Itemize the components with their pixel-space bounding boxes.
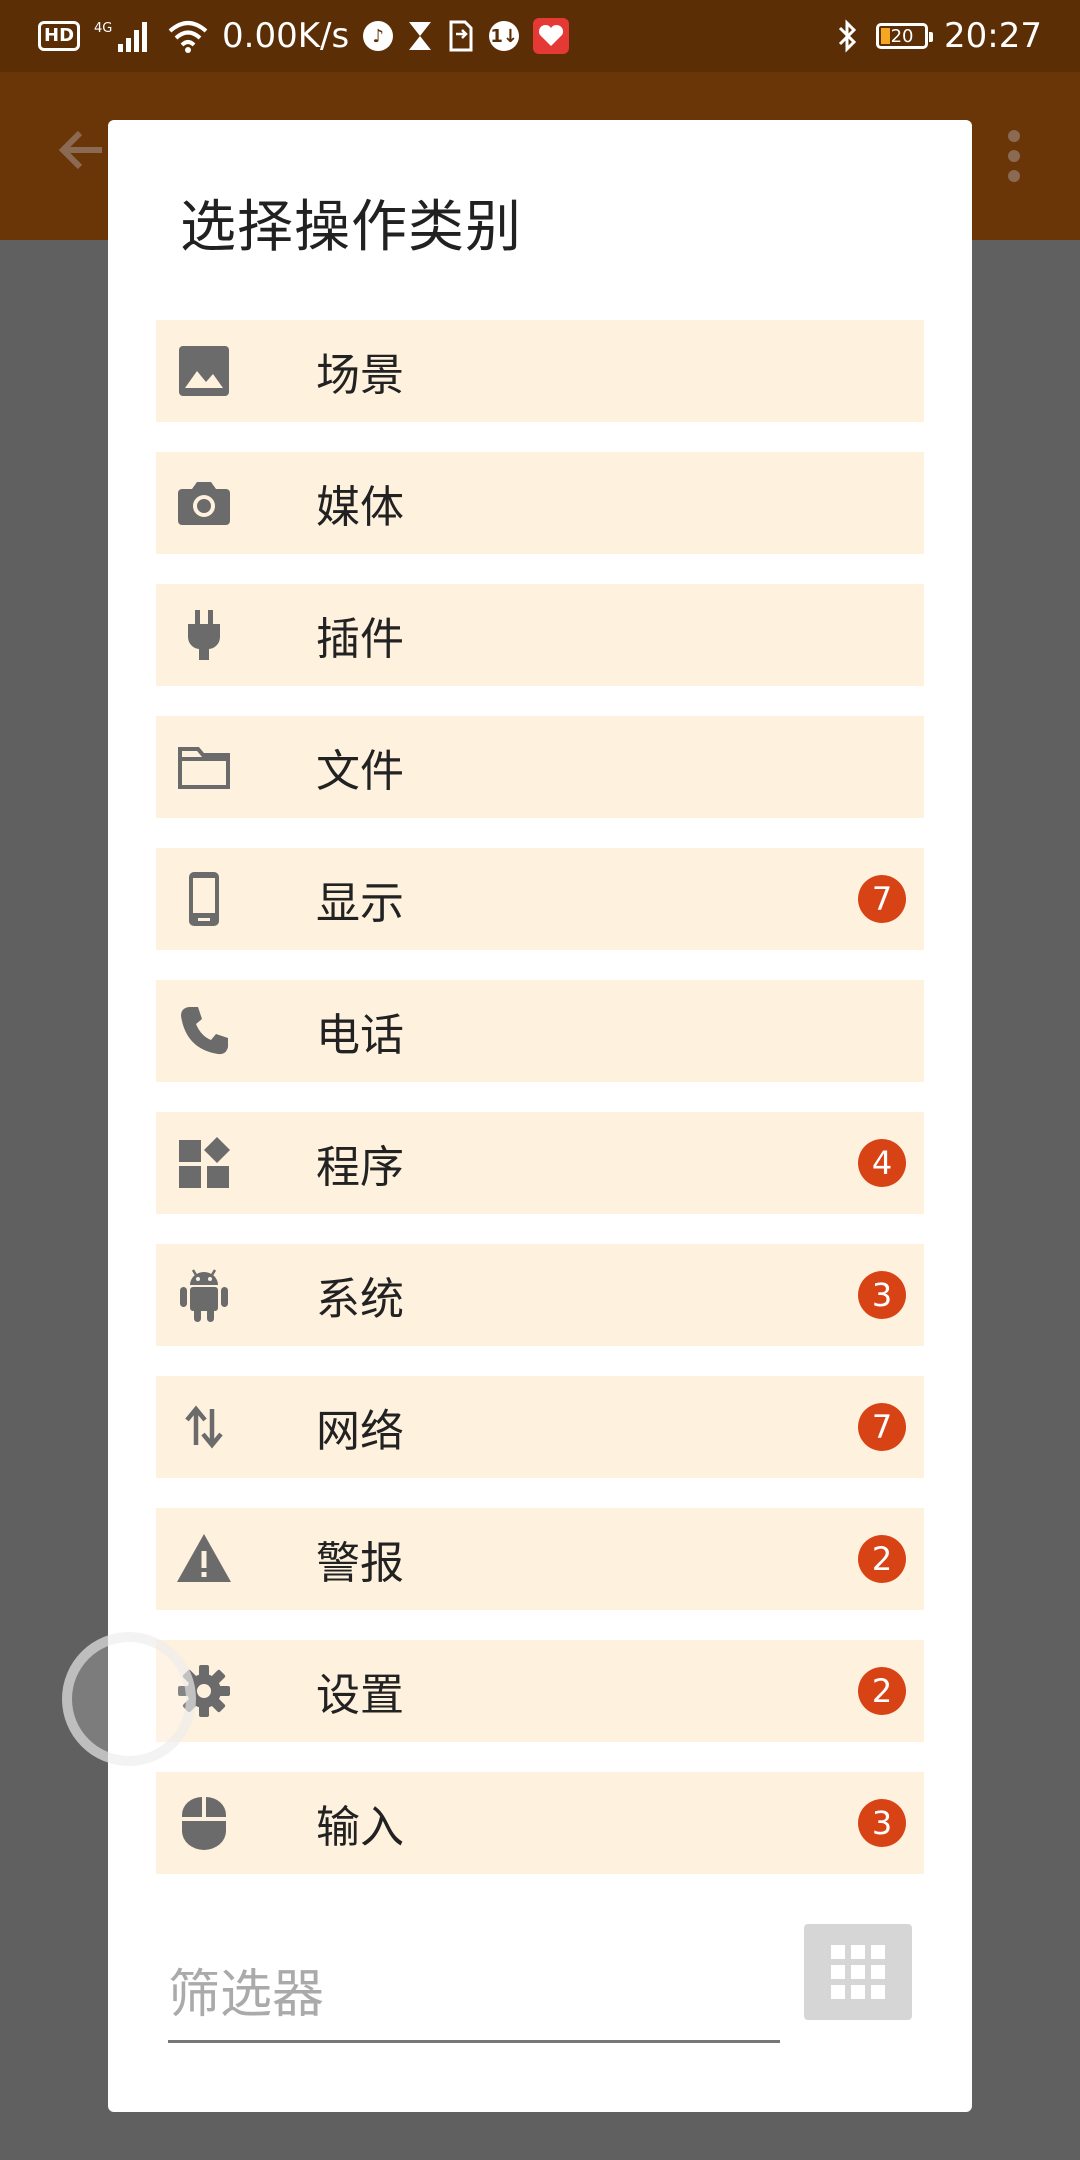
clock: 20:27: [944, 16, 1042, 56]
call-icon: [181, 1007, 228, 1055]
more-options-icon[interactable]: [996, 128, 1032, 184]
status-bar: HD 4G 0.00K/s ♪ 1↓ 20 20:27: [0, 0, 1080, 72]
category-label: 程序: [316, 1142, 404, 1193]
sim-swap-icon: [447, 20, 475, 52]
category-label: 系统: [316, 1274, 404, 1325]
hd-icon: HD: [38, 21, 81, 51]
swap-vert-icon: [185, 1405, 223, 1449]
bluetooth-icon: [836, 18, 860, 54]
category-label: 显示: [316, 878, 404, 929]
category-item-alert[interactable]: 警报 2: [156, 1508, 924, 1610]
count-badge: 3: [858, 1799, 906, 1847]
network-speed: 0.00K/s: [222, 16, 350, 56]
category-item-system[interactable]: 系统 3: [156, 1244, 924, 1346]
category-label: 输入: [316, 1802, 404, 1853]
svg-text:4G: 4G: [94, 21, 112, 36]
pinduoduo-icon: [533, 18, 570, 54]
warning-icon: [177, 1534, 231, 1582]
category-item-phone[interactable]: 电话: [156, 980, 924, 1082]
phone-device-icon: [189, 872, 219, 926]
count-badge: 4: [858, 1139, 906, 1187]
plug-icon: [187, 610, 221, 660]
category-label: 媒体: [316, 482, 404, 533]
category-item-app[interactable]: 程序 4: [156, 1112, 924, 1214]
music-icon: ♪: [363, 21, 394, 51]
signal-icon: 4G: [94, 18, 154, 54]
category-label: 设置: [316, 1670, 404, 1721]
category-item-network[interactable]: 网络 7: [156, 1376, 924, 1478]
category-item-media[interactable]: 媒体: [156, 452, 924, 554]
hourglass-icon: [407, 20, 433, 52]
apps-widgets-icon: [179, 1137, 230, 1188]
app-notification-icon: 1↓: [489, 21, 520, 51]
category-label: 电话: [316, 1010, 404, 1061]
category-item-file[interactable]: 文件: [156, 716, 924, 818]
category-item-display[interactable]: 显示 7: [156, 848, 924, 950]
keypad-button[interactable]: [804, 1924, 912, 2020]
count-badge: 7: [858, 875, 906, 923]
dialog-title: 选择操作类别: [180, 195, 522, 260]
category-label: 文件: [316, 746, 404, 797]
filter-input[interactable]: [168, 1950, 780, 2043]
floating-assist-button[interactable]: [62, 1632, 196, 1766]
battery-icon: 20: [876, 23, 934, 49]
back-arrow-icon[interactable]: [56, 125, 106, 175]
category-item-input[interactable]: 输入 3: [156, 1772, 924, 1874]
keypad-grid-icon: [831, 1945, 885, 1999]
camera-icon: [178, 482, 230, 525]
image-icon: [179, 346, 229, 396]
count-badge: 3: [858, 1271, 906, 1319]
category-list: 场景 媒体 插件 文件 显示 7 电话 程序 4 系统 3 网络 7 警报 2 …: [156, 320, 924, 1904]
mouse-icon: [182, 1797, 226, 1850]
category-dialog: 选择操作类别 场景 媒体 插件 文件 显示 7 电话 程序 4 系统 3 网络 …: [108, 120, 972, 2112]
count-badge: 2: [858, 1535, 906, 1583]
wifi-icon: [168, 19, 208, 53]
category-label: 网络: [316, 1406, 404, 1457]
android-icon: [180, 1269, 228, 1322]
category-item-scene[interactable]: 场景: [156, 320, 924, 422]
category-label: 场景: [316, 350, 404, 401]
category-item-plugin[interactable]: 插件: [156, 584, 924, 686]
count-badge: 2: [858, 1667, 906, 1715]
category-item-settings[interactable]: 设置 2: [156, 1640, 924, 1742]
category-label: 插件: [316, 614, 404, 665]
count-badge: 7: [858, 1403, 906, 1451]
folder-icon: [178, 747, 230, 789]
category-label: 警报: [316, 1538, 404, 1589]
